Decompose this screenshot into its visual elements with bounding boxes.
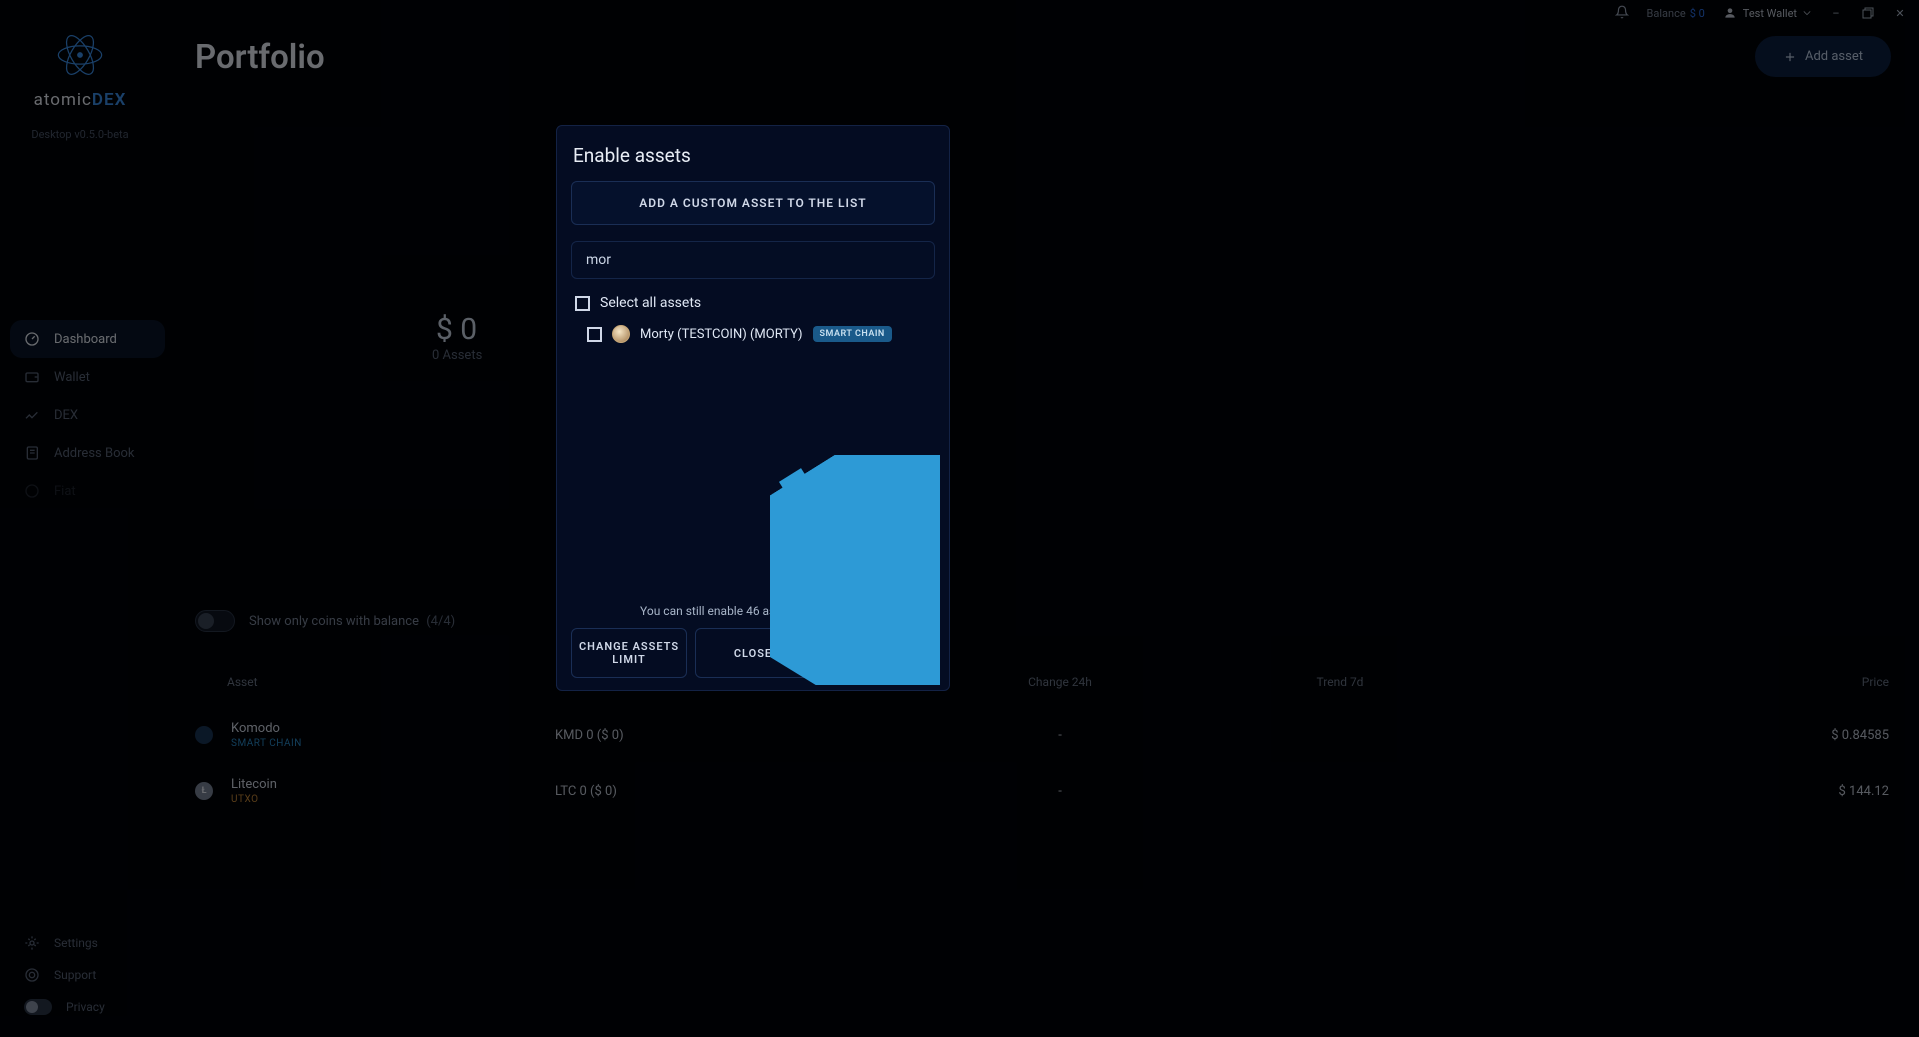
close-button[interactable]: CLOSE (695, 628, 811, 678)
asset-avatar-icon (612, 325, 630, 343)
asset-search-input[interactable] (571, 241, 935, 279)
asset-option-label: Morty (TESTCOIN) (MORTY) (640, 327, 803, 342)
modal-backdrop (0, 0, 1919, 1037)
modal-title: Enable assets (573, 144, 935, 167)
enable-note: You can still enable 46 assets. Selected… (571, 604, 935, 618)
chain-badge: SMART CHAIN (813, 326, 892, 342)
add-custom-asset-button[interactable]: ADD A CUSTOM ASSET TO THE LIST (571, 181, 935, 225)
select-all-row[interactable]: Select all assets (575, 295, 935, 311)
asset-option[interactable]: Morty (TESTCOIN) (MORTY) SMART CHAIN (587, 321, 935, 347)
enable-assets-modal: Enable assets ADD A CUSTOM ASSET TO THE … (556, 125, 950, 691)
select-all-label: Select all assets (600, 295, 701, 311)
change-limit-button[interactable]: CHANGE ASSETS LIMIT (571, 628, 687, 678)
enable-button[interactable]: ENABLE (819, 628, 935, 678)
checkbox-icon[interactable] (587, 327, 602, 342)
checkbox-icon[interactable] (575, 296, 590, 311)
